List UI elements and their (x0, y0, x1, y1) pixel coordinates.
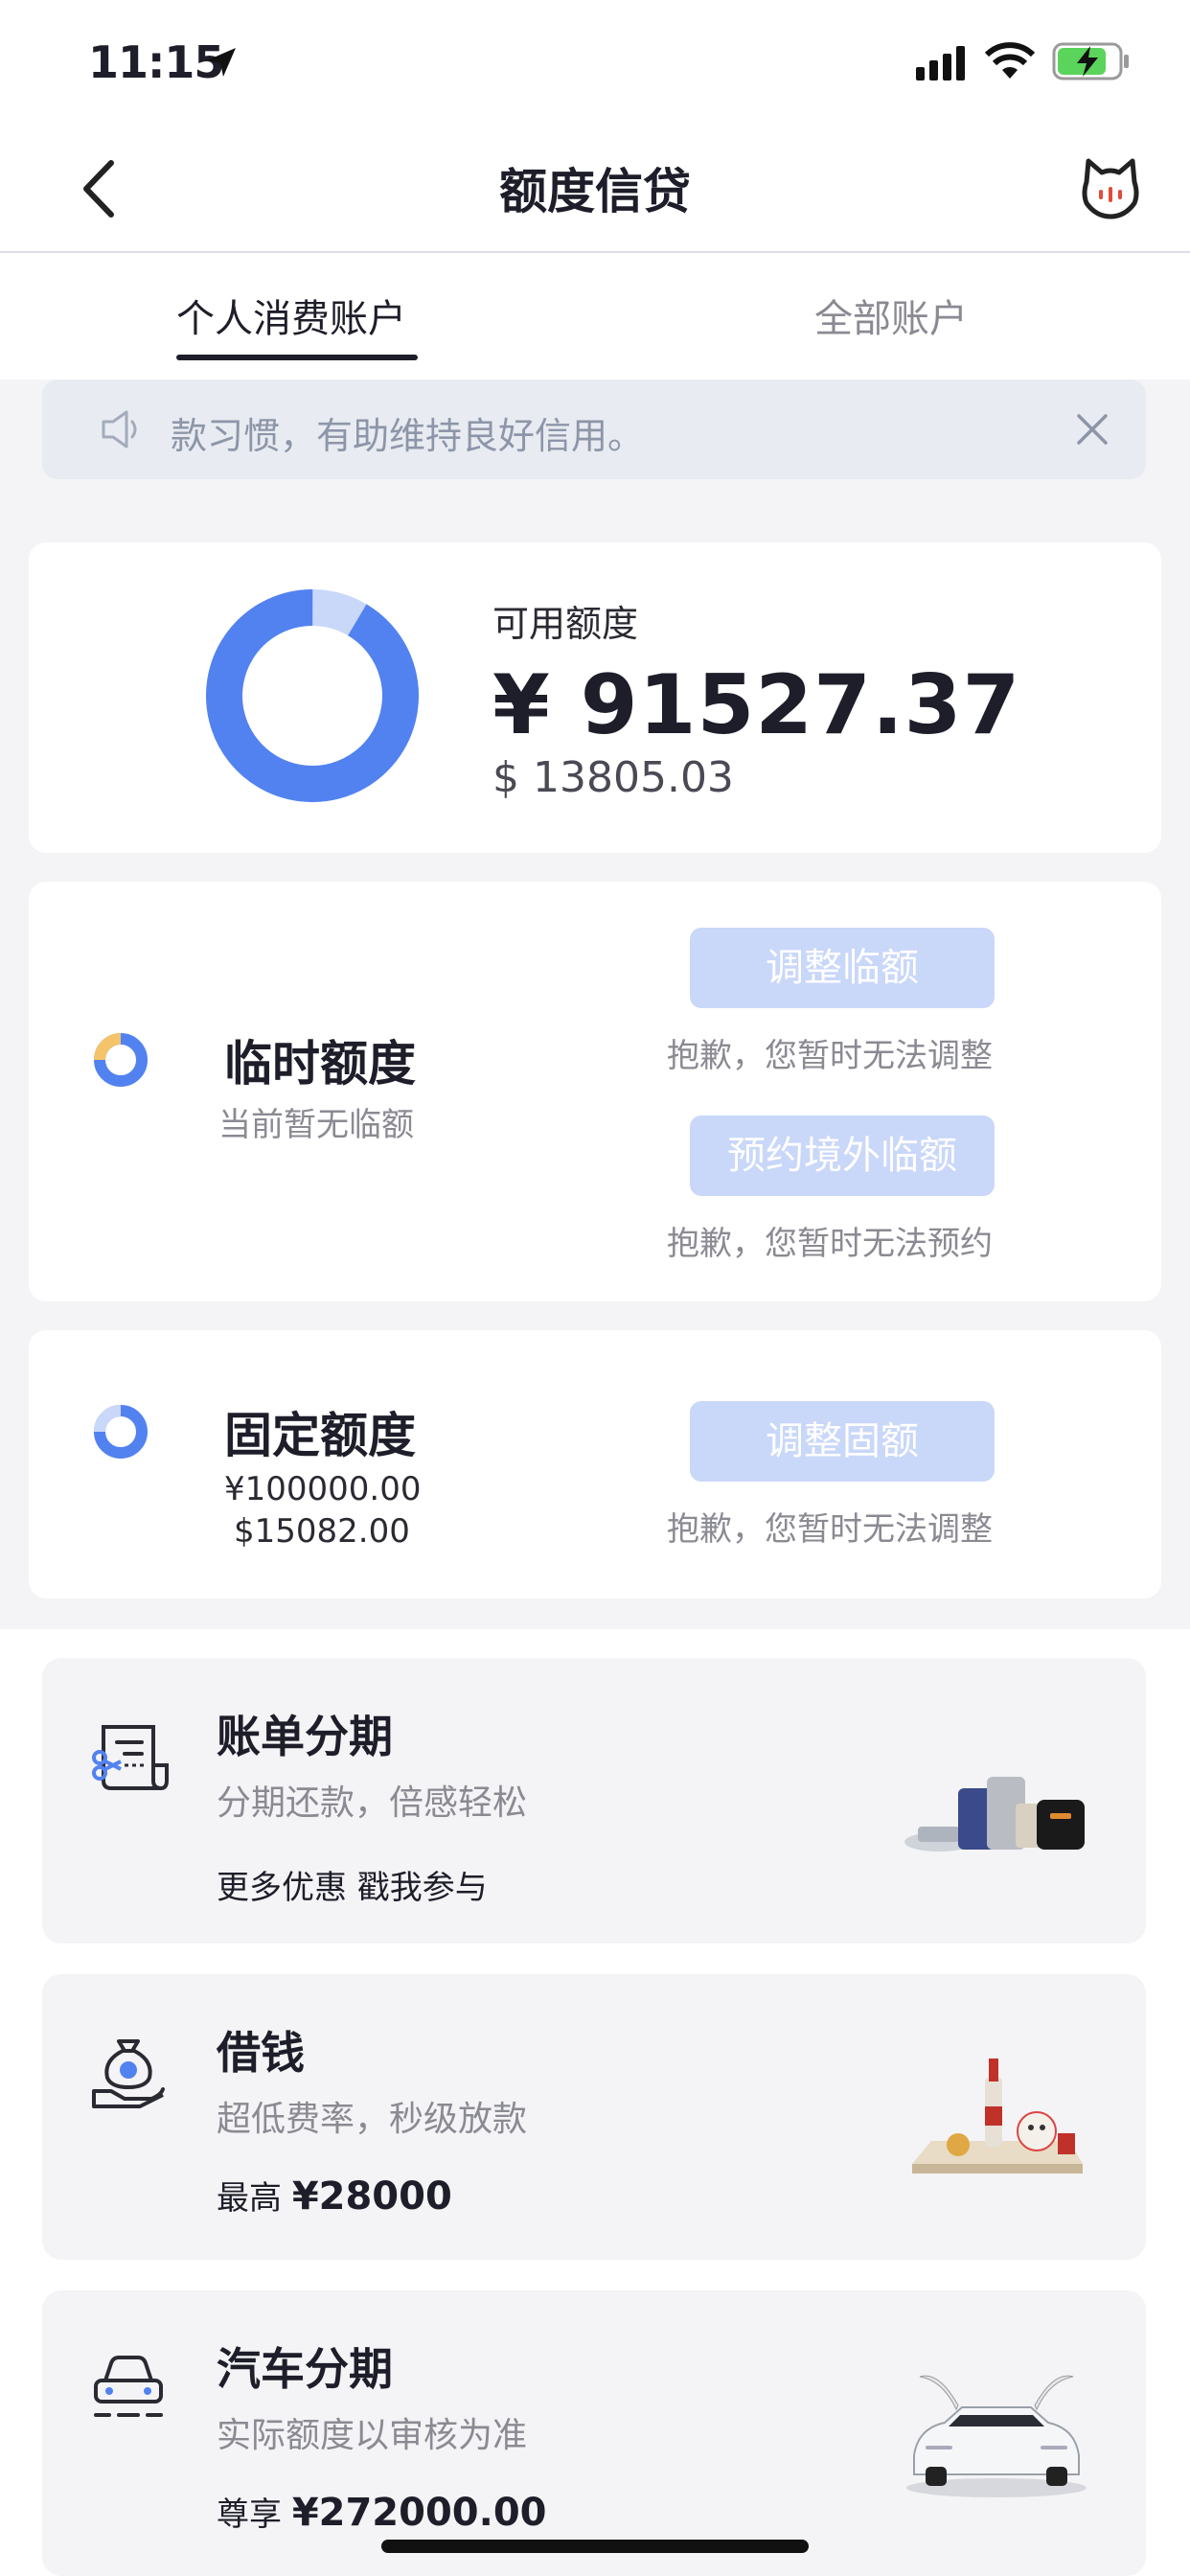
signal-icon (916, 46, 965, 80)
promo-extra-text: 尊享 ¥272000.00 (217, 2488, 547, 2535)
fixed-credit-usd: $15082.00 (234, 1512, 410, 1551)
promo-subtitle: 实际额度以审核为准 (217, 2416, 528, 2455)
promo-title: 账单分期 (217, 1711, 393, 1762)
bill-installment-icon (92, 1725, 169, 1790)
active-tab-underline (176, 355, 418, 360)
promo-extra-prefix: 尊享 (217, 2496, 282, 2534)
promo-extra-amount: ¥272000.00 (291, 2491, 547, 2535)
available-credit-donut (206, 589, 419, 802)
nav-divider (0, 251, 1190, 253)
temporary-credit-title: 临时额度 (224, 1036, 416, 1092)
promo-extra-text: 更多优惠 戳我参与 (217, 1869, 488, 1907)
available-credit-usd: $ 13805.03 (492, 753, 734, 802)
gift-set-illustration (912, 2058, 1083, 2174)
white-suv-illustration (906, 2375, 1087, 2497)
reserve-overseas-credit-button[interactable]: 预约境外临额 (690, 1116, 995, 1196)
fixed-credit-cny: ¥100000.00 (224, 1470, 422, 1508)
home-indicator (381, 2540, 809, 2553)
promo-extra-prefix: 最高 (217, 2179, 282, 2218)
close-icon[interactable] (1075, 412, 1110, 447)
notice-text: 款习惯，有助维持良好信用。 (171, 415, 645, 457)
page-title: 额度信贷 (499, 164, 691, 219)
car-icon (94, 2356, 163, 2417)
promo-extra-amount: ¥28000 (291, 2174, 452, 2219)
reserve-overseas-hint: 抱歉，您暂时无法预约 (667, 1225, 993, 1263)
promo-title: 借钱 (217, 2027, 305, 2079)
fixed-credit-ring-icon (94, 1405, 148, 1459)
promo-subtitle: 分期还款，倍感轻松 (217, 1783, 528, 1823)
promo-extra-text: 最高 ¥28000 (217, 2172, 452, 2219)
adjust-temporary-credit-button[interactable]: 调整临额 (690, 928, 995, 1008)
speaker-icon (102, 410, 137, 448)
money-bag-icon (92, 2039, 165, 2108)
available-credit-label: 可用额度 (492, 603, 639, 645)
status-time: 11:15 (88, 36, 224, 88)
temporary-credit-subtitle: 当前暂无临额 (218, 1106, 414, 1144)
temporary-credit-ring-icon (94, 1033, 148, 1087)
available-credit-cny: ¥ 91527.37 (492, 657, 1021, 753)
adjust-temporary-hint: 抱歉，您暂时无法调整 (667, 1037, 993, 1075)
promo-title: 汽车分期 (217, 2343, 393, 2395)
tab-all-accounts[interactable]: 全部账户 (814, 288, 968, 343)
wifi-icon (985, 42, 1035, 79)
adjust-fixed-hint: 抱歉，您暂时无法调整 (667, 1510, 993, 1549)
tab-personal-consumer-account[interactable]: 个人消费账户 (176, 288, 406, 343)
adjust-fixed-credit-button[interactable]: 调整固额 (690, 1401, 995, 1482)
battery-charging-icon (1052, 42, 1129, 80)
luggage-appliances-illustration (904, 1777, 1085, 1852)
fixed-credit-title: 固定额度 (224, 1408, 416, 1463)
promo-subtitle: 超低费率，秒级放款 (217, 2100, 528, 2139)
customer-service-cat-icon[interactable] (1079, 157, 1142, 220)
location-arrow-icon (207, 48, 236, 77)
